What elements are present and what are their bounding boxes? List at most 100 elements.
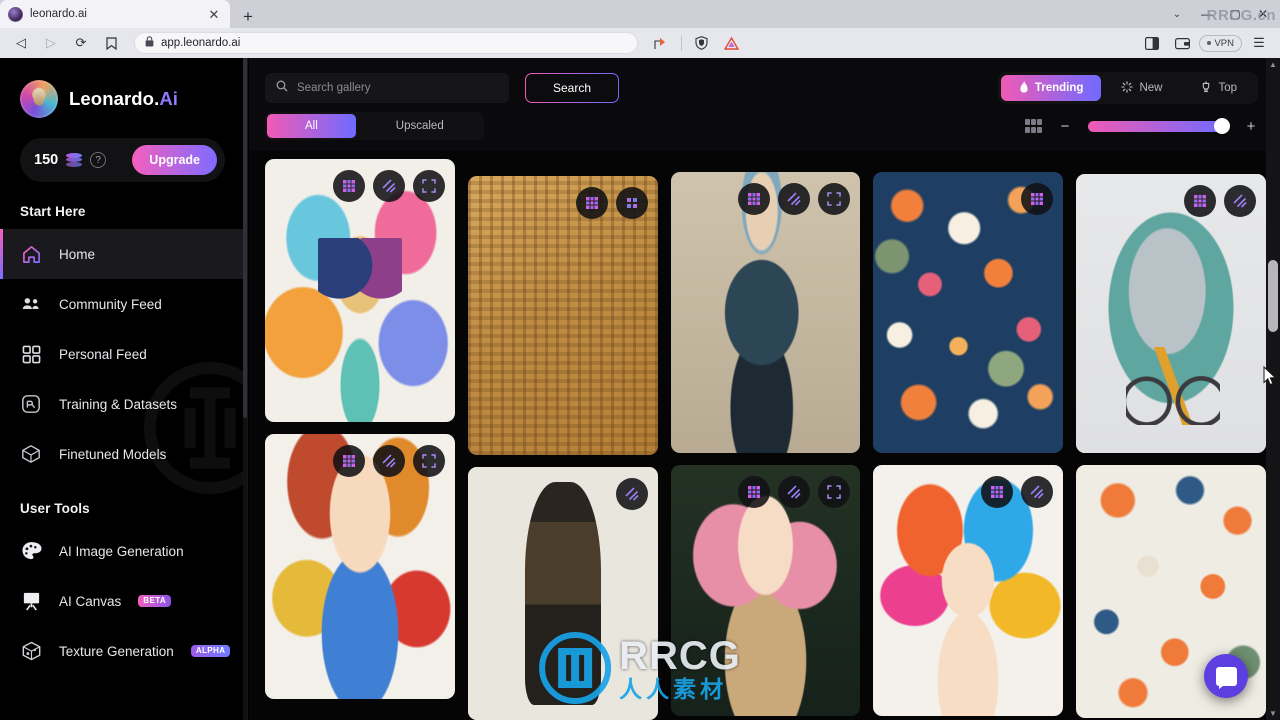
browser-toolbar: ◁ ▷ ⟳ app.leonardo.ai VPN ☰ xyxy=(0,28,1280,58)
sort-new[interactable]: New xyxy=(1103,75,1180,101)
back-icon[interactable]: ◁ xyxy=(8,31,34,55)
gallery-toolbar: Search gallery Search Trending New Top A… xyxy=(249,58,1280,151)
vpn-label: VPN xyxy=(1214,37,1234,49)
close-tab-icon[interactable]: ✕ xyxy=(206,6,222,22)
expand-icon[interactable] xyxy=(412,170,445,202)
sort-top[interactable]: Top xyxy=(1182,75,1255,101)
image-gallery xyxy=(249,151,1280,720)
url-text: app.leonardo.ai xyxy=(161,37,241,49)
zoom-slider-knob[interactable] xyxy=(1214,118,1230,134)
search-button[interactable]: Search xyxy=(525,73,619,103)
gallery-card[interactable] xyxy=(1076,174,1266,453)
browser-menu-icon[interactable]: ☰ xyxy=(1246,31,1272,55)
new-tab-button[interactable]: + xyxy=(234,4,262,28)
forward-icon[interactable]: ▷ xyxy=(38,31,64,55)
upscale-icon[interactable] xyxy=(1021,476,1054,508)
search-row: Search gallery Search Trending New Top xyxy=(249,58,1280,104)
upscale-icon[interactable] xyxy=(372,445,405,477)
vpn-button[interactable]: VPN xyxy=(1199,34,1242,52)
chat-bubble-button[interactable] xyxy=(1204,654,1248,698)
reload-icon[interactable]: ⟳ xyxy=(68,31,94,55)
share-icon[interactable] xyxy=(648,31,674,55)
gallery-card[interactable] xyxy=(670,465,861,716)
upgrade-button[interactable]: Upgrade xyxy=(132,145,217,175)
gallery-card[interactable] xyxy=(873,172,1064,453)
flame-icon xyxy=(1019,80,1029,96)
sidebar-item-label: Finetuned Models xyxy=(59,446,167,462)
sidebar-item-finetuned-models[interactable]: Finetuned Models xyxy=(0,429,247,479)
gallery-card[interactable] xyxy=(265,434,455,699)
brand-name: Leonardo.Ai xyxy=(69,88,179,109)
gallery-column xyxy=(873,159,1064,720)
beta-badge: BETA xyxy=(138,595,172,607)
scroll-down-icon[interactable]: ▼ xyxy=(1266,707,1280,720)
sidebar-scrollbar-thumb[interactable] xyxy=(243,58,247,418)
gallery-columns xyxy=(265,159,1266,720)
zoom-out-button[interactable]: − xyxy=(1058,119,1072,134)
wallet-icon[interactable] xyxy=(1169,31,1195,55)
card-actions xyxy=(1183,185,1256,217)
upscale-icon[interactable] xyxy=(372,170,405,202)
sidebar-item-personal-feed[interactable]: Personal Feed xyxy=(0,329,247,379)
remix-icon[interactable] xyxy=(1183,185,1216,217)
tab-list-chevron-icon[interactable]: ⌄ xyxy=(1162,9,1192,20)
remix-icon[interactable] xyxy=(575,187,608,219)
filter-all[interactable]: All xyxy=(267,114,356,138)
upscale-icon[interactable] xyxy=(1223,185,1256,217)
leonardo-favicon xyxy=(8,6,23,22)
nav-heading-user-tools: User Tools xyxy=(20,501,90,516)
scroll-up-icon[interactable]: ▲ xyxy=(1266,58,1280,71)
remix-icon[interactable] xyxy=(738,183,771,215)
grid-density-icon[interactable] xyxy=(1025,119,1042,133)
mouse-cursor xyxy=(1263,365,1277,391)
expand-icon[interactable] xyxy=(412,445,445,477)
upscale-icon[interactable] xyxy=(615,478,648,510)
gallery-card[interactable] xyxy=(873,465,1064,716)
zoom-slider[interactable] xyxy=(1088,118,1230,134)
remix-icon[interactable] xyxy=(738,476,771,508)
remix-icon[interactable] xyxy=(332,170,365,202)
upscale-icon[interactable] xyxy=(778,476,811,508)
web-page: Leonardo.Ai 150 ? Upgrade Start Here Hom… xyxy=(0,58,1280,720)
bookmark-icon[interactable] xyxy=(98,31,124,55)
search-button-label: Search xyxy=(526,74,618,102)
sidebar-icon[interactable] xyxy=(1139,31,1165,55)
card-actions xyxy=(332,445,445,477)
home-icon xyxy=(20,243,42,265)
sidebar-item-community-feed[interactable]: Community Feed xyxy=(0,279,247,329)
sidebar-item-texture-generation[interactable]: Texture Generation ALPHA xyxy=(0,626,247,676)
address-bar[interactable]: app.leonardo.ai xyxy=(134,32,638,54)
sidebar-item-ai-image-generation[interactable]: AI Image Generation xyxy=(0,526,247,576)
remix-icon[interactable] xyxy=(981,476,1014,508)
sidebar-item-ai-canvas[interactable]: AI Canvas BETA xyxy=(0,576,247,626)
sidebar-scrollbar[interactable] xyxy=(243,58,247,720)
remix-icon[interactable] xyxy=(332,445,365,477)
help-icon[interactable]: ? xyxy=(90,152,107,168)
gallery-card[interactable] xyxy=(467,176,658,455)
browser-window: leonardo.ai ✕ + ⌄ — ▢ ✕ ◁ ▷ ⟳ app.leonar… xyxy=(0,0,1280,720)
browser-tab[interactable]: leonardo.ai ✕ xyxy=(0,0,230,28)
palette-icon xyxy=(20,540,42,562)
sidebar-item-home[interactable]: Home xyxy=(0,229,247,279)
upscale-icon[interactable] xyxy=(615,187,648,219)
brand-logo-row[interactable]: Leonardo.Ai xyxy=(0,58,247,118)
gallery-card[interactable] xyxy=(467,467,658,720)
filter-upscaled[interactable]: Upscaled xyxy=(358,114,482,138)
easel-icon xyxy=(20,590,42,612)
sidebar-item-training-datasets[interactable]: Training & Datasets xyxy=(0,379,247,429)
brave-shield-icon[interactable] xyxy=(689,31,715,55)
zoom-in-button[interactable]: + xyxy=(1244,119,1258,134)
alpha-badge: ALPHA xyxy=(190,645,231,657)
expand-icon[interactable] xyxy=(818,183,851,215)
upscale-icon[interactable] xyxy=(778,183,811,215)
remix-icon[interactable] xyxy=(1021,183,1054,215)
sparkle-icon xyxy=(1121,80,1134,96)
toolbar-divider xyxy=(680,35,682,51)
gallery-card[interactable] xyxy=(265,159,455,422)
search-input[interactable]: Search gallery xyxy=(265,73,509,103)
page-scrollbar-thumb[interactable] xyxy=(1268,260,1278,332)
expand-icon[interactable] xyxy=(818,476,851,508)
gallery-card[interactable] xyxy=(670,172,861,453)
leo-icon[interactable] xyxy=(719,31,745,55)
sort-trending[interactable]: Trending xyxy=(1000,75,1102,101)
